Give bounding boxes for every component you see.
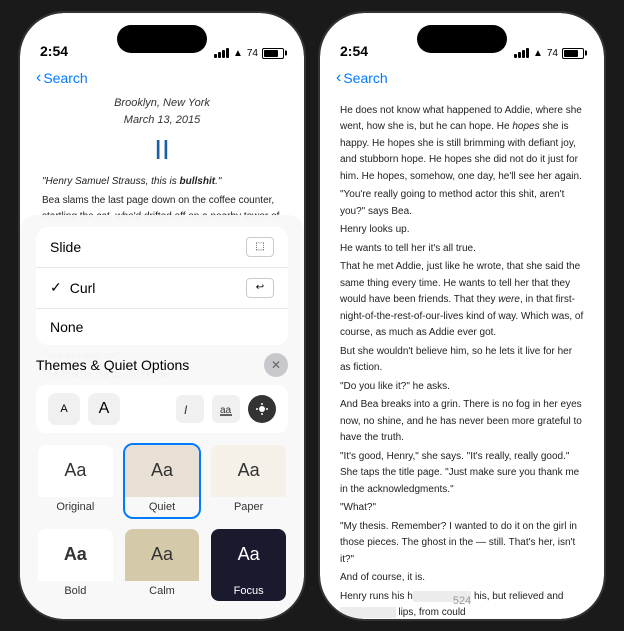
slide-icon: ⬚ [246, 237, 274, 257]
status-icons-left: ▲ 74 [214, 48, 284, 59]
slide-option-curl[interactable]: ✓ Curl ↩ [36, 268, 288, 309]
font-underline-icon[interactable]: aa [212, 395, 240, 423]
themes-header: Themes & Quiet Options ✕ [36, 353, 288, 377]
font-large-button[interactable]: A [88, 393, 120, 425]
font-controls: A A I aa [36, 385, 288, 433]
theme-bold[interactable]: Aa Bold [36, 527, 115, 603]
right-screen: 2:54 ▲ 74 ‹ [320, 13, 604, 619]
font-small-label: A [60, 403, 67, 415]
left-phone: 2:54 ▲ 74 ‹ [18, 11, 306, 621]
font-style-icon[interactable]: I [176, 395, 204, 423]
dynamic-island-right [417, 25, 507, 53]
slide-option-slide[interactable]: Slide ⬚ [36, 227, 288, 268]
none-label: None [50, 319, 83, 335]
overlay-panel: Slide ⬚ ✓ Curl ↩ [20, 215, 304, 619]
brightness-icon[interactable] [248, 395, 276, 423]
signal-icon-left [214, 48, 229, 58]
left-screen: 2:54 ▲ 74 ‹ [20, 13, 304, 619]
battery-label-right: 74 [547, 48, 558, 59]
wifi-icon-right: ▲ [533, 48, 543, 59]
svg-text:I: I [184, 403, 188, 417]
chevron-left-icon: ‹ [36, 69, 41, 87]
right-phone: 2:54 ▲ 74 ‹ [318, 11, 606, 621]
slide-option-none[interactable]: None [36, 309, 288, 345]
theme-focus[interactable]: Aa Focus [209, 527, 288, 603]
back-label-right: Search [343, 70, 387, 86]
font-small-button[interactable]: A [48, 393, 80, 425]
back-button-right[interactable]: ‹ Search [336, 69, 588, 87]
theme-quiet[interactable]: Aa Quiet [123, 443, 202, 519]
battery-icon-left [262, 48, 284, 59]
font-large-label: A [99, 400, 110, 418]
theme-calm[interactable]: Aa Calm [123, 527, 202, 603]
nav-bar-left: ‹ Search [20, 65, 304, 95]
dynamic-island-left [117, 25, 207, 53]
time-left: 2:54 [40, 43, 68, 59]
wifi-icon-left: ▲ [233, 48, 243, 59]
chapter-number: II [42, 134, 282, 166]
check-icon: ✓ [50, 279, 62, 296]
phones-container: 2:54 ▲ 74 ‹ [18, 11, 606, 621]
close-button[interactable]: ✕ [264, 353, 288, 377]
book-header: Brooklyn, New York March 13, 2015 [42, 95, 282, 130]
curl-icon: ↩ [246, 278, 274, 298]
theme-grid: Aa Original Aa Quiet Aa Pap [36, 443, 288, 603]
status-icons-right: ▲ 74 [514, 48, 584, 59]
book-text-right: He does not know what happened to Addie,… [340, 103, 584, 619]
book-content-right: He does not know what happened to Addie,… [320, 95, 604, 619]
nav-bar-right: ‹ Search [320, 65, 604, 95]
battery-icon-right [562, 48, 584, 59]
chevron-left-icon-right: ‹ [336, 69, 341, 87]
signal-icon-right [514, 48, 529, 58]
slide-options: Slide ⬚ ✓ Curl ↩ [36, 227, 288, 345]
theme-original[interactable]: Aa Original [36, 443, 115, 519]
slide-label: Slide [50, 239, 81, 255]
themes-title: Themes & Quiet Options [36, 357, 189, 373]
page-number: 524 [453, 595, 471, 607]
time-right: 2:54 [340, 43, 368, 59]
theme-paper[interactable]: Aa Paper [209, 443, 288, 519]
back-label-left: Search [43, 70, 87, 86]
curl-label: Curl [70, 280, 96, 296]
battery-label-left: 74 [247, 48, 258, 59]
back-button-left[interactable]: ‹ Search [36, 69, 288, 87]
